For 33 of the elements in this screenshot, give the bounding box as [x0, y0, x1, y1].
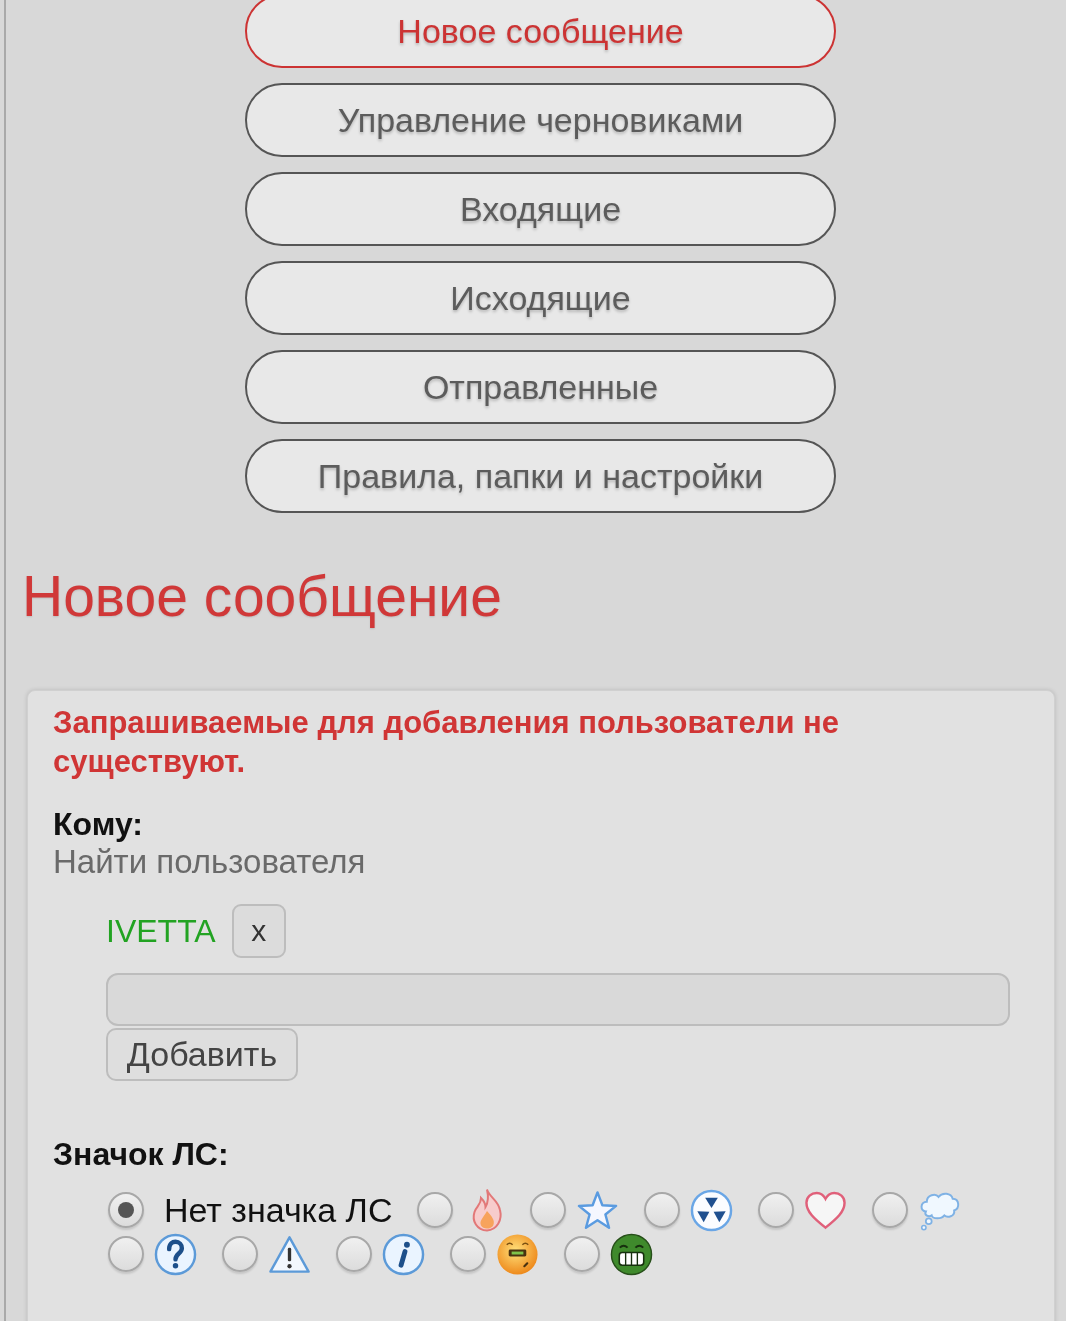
radio-button[interactable]	[872, 1192, 909, 1228]
to-label: Кому:	[53, 805, 143, 843]
grinning-face-icon	[610, 1232, 653, 1276]
page-heading: Новое сообщение	[22, 566, 502, 626]
radio-button[interactable]	[417, 1192, 454, 1228]
radio-button[interactable]	[644, 1192, 681, 1228]
nav-button[interactable]: Управление черновиками	[245, 83, 836, 157]
nav-button[interactable]: Правила, папки и настройки	[245, 439, 836, 513]
info-icon	[382, 1232, 425, 1276]
recipient-input[interactable]	[106, 973, 1010, 1026]
nav-button[interactable]: Входящие	[245, 172, 836, 246]
radio-button[interactable]	[450, 1236, 486, 1272]
radio-button[interactable]	[530, 1192, 567, 1228]
recipient-name: IVETTA	[106, 912, 216, 950]
smiley-icon	[496, 1232, 539, 1276]
radiation-icon	[690, 1188, 734, 1232]
radio-button[interactable]	[222, 1236, 258, 1272]
radio-button[interactable]	[108, 1236, 144, 1272]
radio-button[interactable]	[758, 1192, 795, 1228]
nav-button[interactable]: Отправленные	[245, 350, 836, 424]
icon-label: Значок ЛС:	[53, 1135, 229, 1173]
add-button[interactable]: Добавить	[106, 1028, 298, 1081]
find-user-link[interactable]: Найти пользователя	[53, 843, 366, 880]
error-message: Запрашиваемые для добавления пользователи не существуют.	[53, 704, 841, 781]
option-label: Нет значка ЛС	[164, 1190, 393, 1230]
radio-button[interactable]	[564, 1236, 600, 1272]
question-mark-icon	[154, 1232, 197, 1276]
star-icon	[576, 1188, 620, 1232]
remove-recipient-button[interactable]: x	[231, 904, 286, 958]
nav-button[interactable]: Исходящие	[245, 261, 836, 335]
radio-button[interactable]	[336, 1236, 372, 1272]
radio-button[interactable]	[108, 1192, 144, 1228]
nav-button[interactable]: Новое сообщение	[245, 0, 836, 68]
